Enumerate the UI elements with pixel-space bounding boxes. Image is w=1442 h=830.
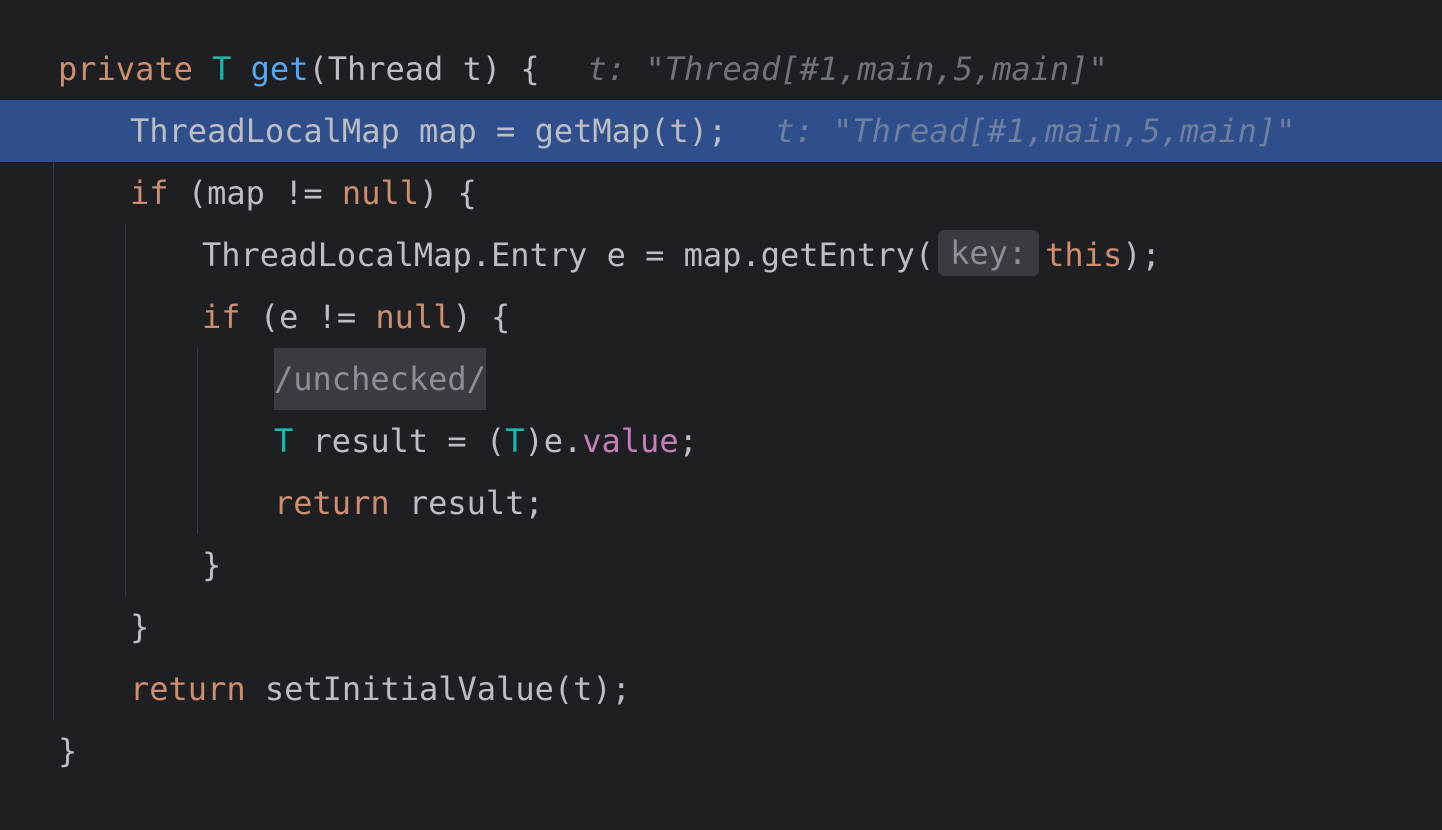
keyword-null: null	[341, 174, 419, 212]
keyword-return: return	[130, 670, 246, 708]
type-parameter: T	[505, 422, 525, 460]
type-parameter: T	[212, 50, 232, 88]
type-parameter: T	[274, 422, 294, 460]
closing-brace: }	[130, 608, 150, 646]
field-reference: value	[582, 422, 679, 460]
code-text: ThreadLocalMap.Entry e = map.getEntry(	[202, 236, 935, 274]
debug-inline-value: t: "Thread[#1,main,5,main]"	[775, 112, 1296, 150]
code-line-4[interactable]: ThreadLocalMap.Entry e = map.getEntry(ke…	[0, 224, 1442, 286]
code-text: result = (	[293, 422, 506, 460]
folded-comment[interactable]: /unchecked/	[274, 348, 486, 410]
code-text: setInitialValue(t);	[245, 670, 631, 708]
code-line-1[interactable]: private T get(Thread t) { t: "Thread[#1,m…	[0, 38, 1442, 100]
code-line-10[interactable]: }	[0, 596, 1442, 658]
code-text: result;	[389, 484, 544, 522]
code-text: );	[1122, 236, 1161, 274]
code-line-12[interactable]: }	[0, 720, 1442, 782]
code-line-9[interactable]: }	[0, 534, 1442, 596]
code-text: ) {	[418, 174, 477, 212]
code-text: ThreadLocalMap map = getMap(t);	[130, 112, 728, 150]
code-line-3[interactable]: if (map != null) {	[0, 162, 1442, 224]
closing-brace: }	[202, 546, 222, 584]
method-signature: (Thread t) {	[308, 50, 540, 88]
method-name: get	[250, 50, 309, 88]
debug-inline-value: t: "Thread[#1,main,5,main]"	[587, 50, 1108, 88]
code-text: ) {	[452, 298, 511, 336]
code-line-11[interactable]: return setInitialValue(t);	[0, 658, 1442, 720]
closing-brace: }	[58, 732, 78, 770]
code-line-5[interactable]: if (e != null) {	[0, 286, 1442, 348]
code-line-8[interactable]: return result;	[0, 472, 1442, 534]
code-text: (map !=	[168, 174, 342, 212]
keyword-null: null	[375, 298, 453, 336]
keyword-return: return	[274, 484, 390, 522]
keyword-if: if	[130, 174, 169, 212]
keyword-if: if	[202, 298, 241, 336]
parameter-name-hint: key:	[938, 230, 1040, 276]
code-line-6[interactable]: /unchecked/	[0, 348, 1442, 410]
code-line-7[interactable]: T result = (T)e.value;	[0, 410, 1442, 472]
keyword-this: this	[1045, 236, 1123, 274]
code-editor[interactable]: private T get(Thread t) { t: "Thread[#1,m…	[0, 0, 1442, 830]
code-text: ;	[678, 422, 698, 460]
code-text: (e !=	[240, 298, 376, 336]
code-line-2-current[interactable]: ThreadLocalMap map = getMap(t); t: "Threa…	[0, 100, 1442, 162]
keyword-private: private	[58, 50, 193, 88]
code-text: )e.	[524, 422, 583, 460]
